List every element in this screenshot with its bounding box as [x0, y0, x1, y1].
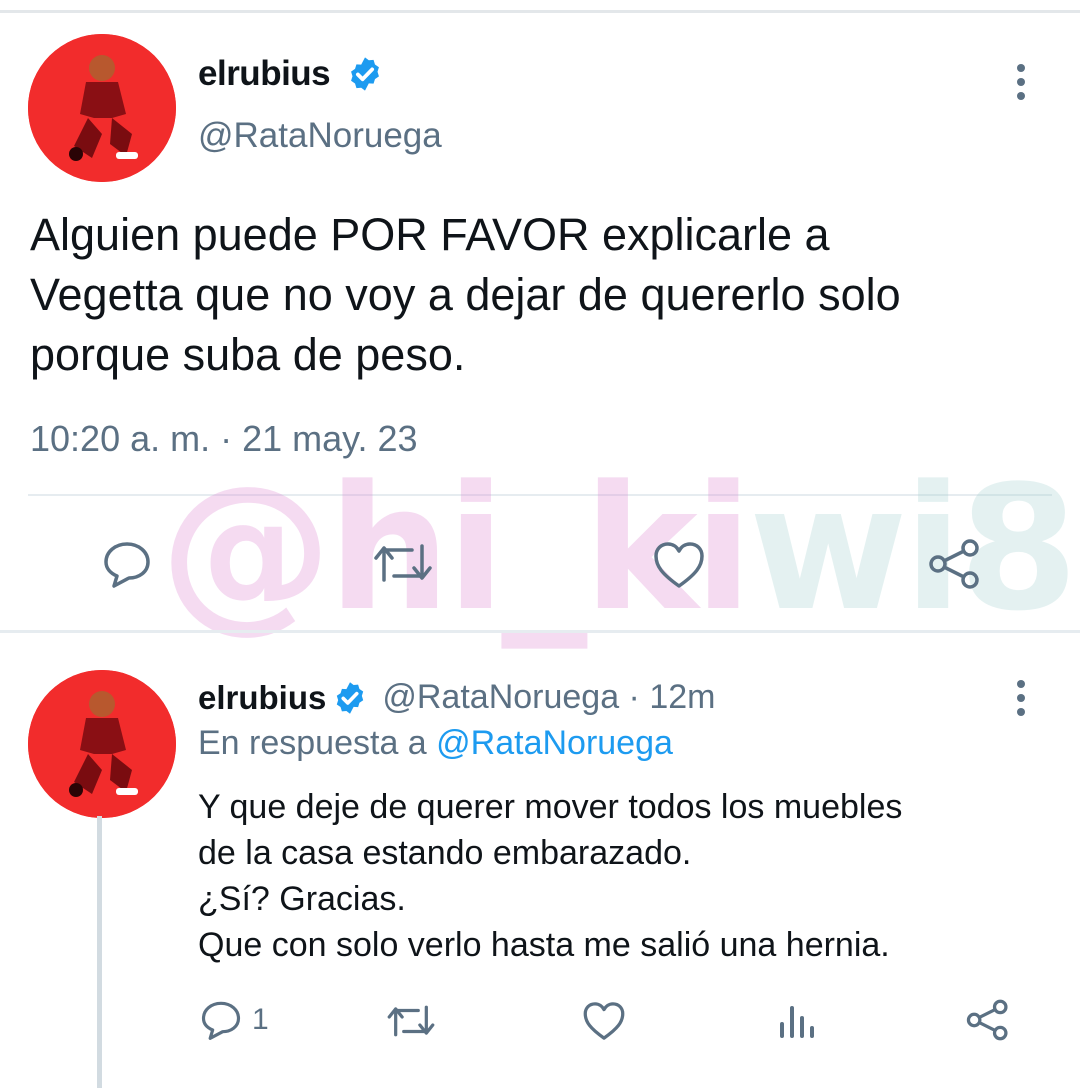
reply-share-button[interactable]	[966, 998, 1010, 1042]
reply-avatar-image	[28, 670, 176, 818]
verified-badge-icon	[337, 681, 364, 714]
reply-header: elrubius @RataNoruega · 12m	[198, 678, 715, 717]
verified-badge-icon	[351, 57, 379, 91]
reply-icon	[104, 542, 150, 588]
analytics-icon	[780, 1006, 814, 1038]
reply-button[interactable]	[102, 540, 152, 588]
retweet-icon	[387, 1005, 435, 1037]
share-icon	[966, 999, 1008, 1041]
share-button[interactable]	[928, 538, 982, 590]
replying-prefix: En respuesta a	[198, 724, 427, 762]
reply-count: 1	[252, 1003, 269, 1036]
like-button[interactable]	[652, 540, 706, 590]
reply-text: Y que deje de querer mover todos los mue…	[198, 788, 903, 964]
tweet-text: Alguien puede POR FAVOR explicarle a Veg…	[30, 209, 901, 380]
divider	[28, 494, 1052, 496]
reply-more-options-icon[interactable]	[1015, 680, 1027, 720]
retweet-icon	[374, 544, 432, 582]
like-icon	[583, 1002, 625, 1040]
avatar-image	[28, 34, 176, 182]
reply-avatar[interactable]	[28, 670, 176, 818]
replying-mention-link[interactable]: @RataNoruega	[436, 724, 673, 762]
author-handle[interactable]: @RataNoruega	[198, 116, 442, 156]
reply-reply-button[interactable]: 1	[200, 1000, 269, 1040]
section-divider	[0, 630, 1080, 633]
like-icon	[654, 542, 704, 588]
analytics-button[interactable]	[778, 1002, 816, 1040]
watermark-part-2: wi801	[748, 448, 1080, 649]
more-options-icon[interactable]	[1015, 64, 1027, 104]
thread-line	[97, 816, 102, 1088]
reply-retweet-button[interactable]	[386, 1002, 436, 1040]
retweet-button[interactable]	[372, 540, 434, 586]
reply-handle-time[interactable]: @RataNoruega · 12m	[382, 678, 715, 717]
share-icon	[929, 539, 979, 589]
reply-author-name[interactable]: elrubius	[198, 679, 326, 717]
author-name[interactable]: elrubius	[198, 54, 331, 94]
reply-icon	[201, 1001, 241, 1040]
avatar[interactable]	[28, 34, 176, 182]
reply-like-button[interactable]	[582, 1000, 626, 1042]
replying-to: En respuesta a @RataNoruega	[198, 724, 673, 763]
top-divider	[0, 10, 1080, 13]
tweet-timestamp[interactable]: 10:20 a. m. · 21 may. 23	[30, 418, 418, 460]
